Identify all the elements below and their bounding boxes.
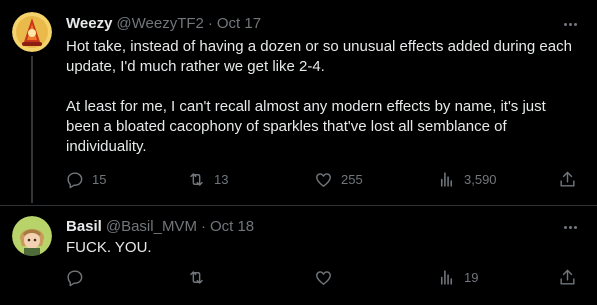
share-icon <box>560 269 575 285</box>
tweet-date[interactable]: Oct 17 <box>217 15 261 32</box>
tweet[interactable]: Weezy @WeezyTF2 · Oct 17 Hot take, inste… <box>0 0 597 205</box>
orange-mascot-avatar-icon <box>12 12 52 52</box>
share-button[interactable] <box>558 168 577 190</box>
separator-dot: · <box>200 217 206 235</box>
avatar[interactable] <box>12 12 52 52</box>
retweet-count: 13 <box>214 171 229 187</box>
tweet-thread: Weezy @WeezyTF2 · Oct 17 Hot take, inste… <box>0 0 597 305</box>
tweet-actions: 19 <box>60 266 580 288</box>
tweet-date[interactable]: Oct 18 <box>210 218 254 235</box>
like-button[interactable]: 255 <box>314 168 363 190</box>
tweet-text: Hot take, instead of having a dozen or s… <box>66 38 572 155</box>
like-count: 255 <box>341 171 363 187</box>
author-name[interactable]: Weezy <box>66 15 112 32</box>
reply-button[interactable]: 15 <box>65 168 106 190</box>
separator-dot: · <box>207 14 213 32</box>
share-button[interactable] <box>558 266 577 288</box>
retweet-button[interactable] <box>187 266 206 288</box>
reply-count: 15 <box>92 171 107 187</box>
tweet-actions: 15 13 255 3,590 <box>60 168 580 190</box>
more-dots-icon[interactable] <box>561 15 579 33</box>
views-count: 19 <box>464 269 479 285</box>
reply-button[interactable] <box>65 266 84 288</box>
thread-connector-line <box>31 56 33 203</box>
more-dots-icon[interactable] <box>561 218 579 236</box>
views-count: 3,590 <box>464 171 497 187</box>
views-chart-icon <box>440 269 453 285</box>
share-icon <box>560 171 575 187</box>
tweet[interactable]: Basil @Basil_MVM · Oct 18 FUCK. YOU. 19 <box>0 205 597 305</box>
reply-icon <box>67 269 83 286</box>
views-button[interactable]: 3,590 <box>437 168 497 190</box>
tweet-text: FUCK. YOU. <box>66 239 152 256</box>
tweet-header: Weezy @WeezyTF2 · Oct 17 <box>66 14 261 32</box>
retweet-icon <box>190 270 203 284</box>
author-handle[interactable]: @Basil_MVM <box>106 218 197 235</box>
views-chart-icon <box>440 171 453 187</box>
heart-icon <box>316 270 331 285</box>
heart-icon <box>316 172 331 187</box>
avatar[interactable] <box>12 216 52 256</box>
retweet-button[interactable]: 13 <box>187 168 228 190</box>
reply-icon <box>67 171 83 188</box>
retweet-icon <box>190 172 203 186</box>
tweet-header: Basil @Basil_MVM · Oct 18 <box>66 217 254 235</box>
anime-character-avatar-icon <box>12 216 52 256</box>
views-button[interactable]: 19 <box>437 266 478 288</box>
author-handle[interactable]: @WeezyTF2 <box>116 15 203 32</box>
author-name[interactable]: Basil <box>66 218 102 235</box>
like-button[interactable] <box>314 266 333 288</box>
